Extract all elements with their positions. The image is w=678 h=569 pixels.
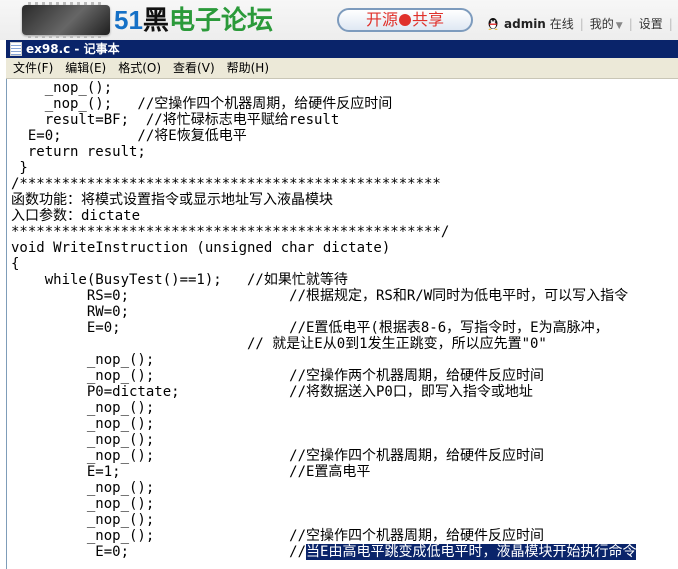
- code-line: _nop_();: [11, 400, 155, 416]
- menu-edit[interactable]: 编辑(E): [60, 58, 111, 78]
- separator: |: [628, 17, 633, 31]
- menu-bar: 文件(F) 编辑(E) 格式(O) 查看(V) 帮助(H): [6, 58, 678, 79]
- forum-header: 51黑电子论坛 开源共享 admin 在线|我的▼|设置|消: [0, 0, 678, 41]
- code-line: void WriteInstruction (unsigned char dic…: [11, 240, 391, 256]
- menu-view[interactable]: 查看(V): [168, 58, 220, 78]
- code-line: _nop_();: [11, 496, 155, 512]
- code-line: E=0; //将E恢复低电平: [11, 128, 247, 144]
- code-line: _nop_();: [11, 432, 155, 448]
- user-area: admin 在线|我的▼|设置|消: [486, 14, 678, 34]
- code-line-last-text: E=0; //: [11, 544, 307, 560]
- code-line: }: [11, 160, 28, 176]
- menu-format[interactable]: 格式(O): [113, 58, 166, 78]
- code-line: result=BF; //将忙碌标志电平赋给result: [11, 112, 340, 128]
- site-title[interactable]: 51黑电子论坛: [114, 3, 273, 37]
- code-line: _nop_(); //空操作四个机器周期，给硬件反应时间: [11, 96, 393, 112]
- share-label: 共享: [412, 10, 445, 29]
- settings-link[interactable]: 设置: [639, 17, 663, 31]
- open-source-label: 开源: [365, 10, 398, 29]
- code-line: RS=0; //根据规定，RS和R/W同时为低电平时，可以写入指令: [11, 288, 629, 304]
- site-title-rest: 电子论坛: [168, 6, 273, 36]
- menu-file[interactable]: 文件(F): [8, 58, 58, 78]
- online-status: 在线: [549, 17, 574, 31]
- code-line: E=0; //E置低电平(根据表8-6，写指令时，E为高脉冲，: [11, 320, 609, 336]
- code-line: ****************************************…: [11, 224, 450, 240]
- code-line: // 就是让E从0到1发生正跳变，所以应先置"0": [11, 336, 547, 352]
- code-line: _nop_();: [11, 80, 113, 96]
- code-line: P0=dictate; //将数据送入P0口，即写入指令或地址: [11, 384, 533, 400]
- site-title-number: 51: [114, 5, 143, 35]
- selected-text[interactable]: 当E由高电平跳变成低电平时，液晶模块开始执行命令: [306, 544, 637, 560]
- open-source-badge[interactable]: 开源 共享: [337, 8, 473, 32]
- code-line: _nop_();: [11, 480, 155, 496]
- code-line: /***************************************…: [11, 176, 441, 192]
- code-line: {: [11, 256, 20, 272]
- text-editor-area[interactable]: _nop_(); _nop_(); //空操作四个机器周期，给硬件反应时间 re…: [6, 79, 678, 569]
- chip-logo-icon[interactable]: [22, 2, 110, 38]
- separator: |: [668, 17, 673, 31]
- code-line: _nop_(); //空操作四个机器周期，给硬件反应时间: [11, 448, 545, 464]
- code-line-last: E=0; //当E由高电平跳变成低电平时，液晶模块开始执行命令: [11, 544, 637, 560]
- notepad-titlebar[interactable]: ex98.c - 记事本: [6, 40, 678, 58]
- qq-penguin-icon: [488, 18, 498, 30]
- username-link[interactable]: admin: [504, 17, 546, 31]
- code-line: _nop_();: [11, 352, 155, 368]
- code-line: RW=0;: [11, 304, 130, 320]
- notepad-icon[interactable]: [10, 42, 22, 56]
- code-line: return result;: [11, 144, 146, 160]
- separator: |: [579, 17, 584, 31]
- code-line: 函数功能：将模式设置指令或显示地址写入液晶模块: [11, 192, 333, 208]
- my-menu-link[interactable]: 我的: [590, 17, 614, 31]
- code-line: _nop_();: [11, 416, 155, 432]
- site-title-hei: 黑: [142, 6, 169, 36]
- code-line: while(BusyTest()==1); //如果忙就等待: [11, 272, 348, 288]
- code-line: _nop_(); //空操作四个机器周期，给硬件反应时间: [11, 528, 545, 544]
- code-line: _nop_();: [11, 512, 155, 528]
- chevron-down-icon[interactable]: ▼: [616, 21, 623, 31]
- screenshot-root: 51黑电子论坛 开源共享 admin 在线|我的▼|设置|消 ex98.c - …: [0, 0, 678, 569]
- notepad-window: ex98.c - 记事本 文件(F) 编辑(E) 格式(O) 查看(V) 帮助(H) _…: [0, 40, 678, 569]
- red-dot-icon: [399, 14, 411, 26]
- menu-help[interactable]: 帮助(H): [222, 58, 274, 78]
- window-title: ex98.c - 记事本: [26, 42, 120, 56]
- code-line: 入口参数：dictate: [11, 208, 141, 224]
- code-line: E=1; //E置高电平: [11, 464, 371, 480]
- code-line: _nop_(); //空操作两个机器周期，给硬件反应时间: [11, 368, 545, 384]
